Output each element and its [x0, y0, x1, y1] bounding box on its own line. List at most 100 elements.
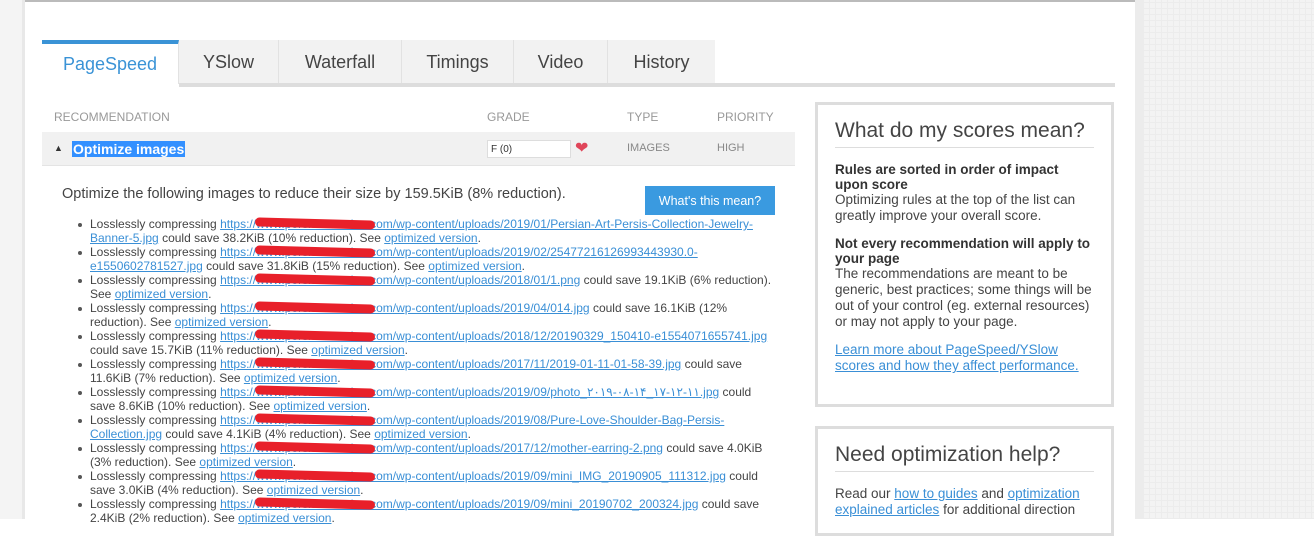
optimization-help-panel: Need optimization help? Read our how to … — [815, 426, 1114, 536]
image-url-link[interactable]: https://www.persiscollection.com/wp-cont… — [220, 301, 590, 315]
image-list-item: Losslessly compressing https://www.persi… — [74, 357, 776, 385]
tab-video[interactable]: Video — [514, 40, 608, 84]
item-prefix: Losslessly compressing — [90, 329, 217, 343]
header-grade: GRADE — [487, 110, 530, 124]
item-see: See — [242, 483, 264, 497]
image-url-link[interactable]: https://www.persiscollection.com/wp-cont… — [220, 357, 681, 371]
header-priority: PRIORITY — [717, 110, 774, 124]
item-see: See — [219, 371, 241, 385]
redaction-mark — [254, 441, 376, 454]
type-value: IMAGES — [627, 142, 670, 154]
item-saving: could save 38.2KiB (10% reduction). — [162, 231, 357, 245]
item-see: See — [213, 511, 235, 525]
image-url-link[interactable]: https://www.persiscollection.com/wp-cont… — [220, 469, 726, 483]
grade-bar: F (0) — [487, 140, 571, 158]
item-prefix: Losslessly compressing — [90, 469, 217, 483]
scores-info-panel: What do my scores mean? Rules are sorted… — [815, 102, 1114, 407]
optimized-version-link[interactable]: optimized version — [267, 483, 360, 497]
report-tabs: PageSpeed YSlow Waterfall Timings Video … — [42, 40, 715, 84]
panel-title: Need optimization help? — [835, 443, 1094, 472]
image-list-item: Losslessly compressing https://www.persi… — [74, 245, 776, 273]
tab-history[interactable]: History — [608, 40, 715, 84]
optimized-version-link[interactable]: optimized version — [311, 343, 404, 357]
help-text: for additional direction — [939, 502, 1076, 517]
item-prefix: Losslessly compressing — [90, 497, 217, 511]
tab-pagespeed[interactable]: PageSpeed — [42, 40, 179, 84]
image-url-link[interactable]: https://www.persiscollection.com/wp-cont… — [220, 329, 767, 343]
image-list-item: Losslessly compressing https://www.persi… — [74, 273, 776, 301]
image-list-item: Losslessly compressing https://www.persi… — [74, 301, 776, 329]
learn-more-link[interactable]: Learn more about PageSpeed/YSlow scores … — [835, 342, 1079, 373]
optimized-version-link[interactable]: optimized version — [384, 231, 477, 245]
item-saving: could save 31.8KiB (15% reduction). — [206, 259, 401, 273]
image-list: Losslessly compressing https://www.persi… — [74, 217, 776, 525]
image-list-item: Losslessly compressing https://www.persi… — [74, 441, 776, 469]
info-text: Optimizing rules at the top of the list … — [835, 192, 1076, 223]
tab-yslow[interactable]: YSlow — [179, 40, 279, 84]
info-heading: Not every recommendation will apply to y… — [835, 236, 1091, 266]
optimized-version-link[interactable]: optimized version — [115, 287, 208, 301]
recommendation-row[interactable]: ▲ Optimize images F (0) ❤ IMAGES HIGH — [42, 132, 795, 166]
panel-title: What do my scores mean? — [835, 119, 1094, 148]
recommendation-title[interactable]: Optimize images — [72, 141, 186, 157]
item-prefix: Losslessly compressing — [90, 385, 217, 399]
redaction-mark — [254, 217, 376, 230]
item-see: See — [359, 231, 381, 245]
whats-this-mean-button[interactable]: What's this mean? — [645, 186, 775, 215]
redaction-mark — [254, 329, 376, 342]
image-url-link[interactable]: https://www.persiscollection.com/wp-cont… — [220, 385, 719, 399]
image-url-link[interactable]: https://www.persiscollection.com/wp-cont… — [220, 273, 580, 287]
image-list-item: Losslessly compressing https://www.persi… — [74, 217, 776, 245]
optimized-version-link[interactable]: optimized version — [273, 399, 366, 413]
tab-timings[interactable]: Timings — [402, 40, 514, 84]
info-heading: Rules are sorted in order of impact upon… — [835, 162, 1059, 192]
header-type: TYPE — [627, 110, 659, 124]
redaction-mark — [254, 413, 376, 426]
priority-value: HIGH — [717, 142, 745, 154]
item-prefix: Losslessly compressing — [90, 245, 217, 259]
optimized-version-link[interactable]: optimized version — [428, 259, 521, 273]
item-see: See — [286, 343, 308, 357]
chevron-down-icon: ❤ — [575, 140, 589, 157]
item-prefix: Losslessly compressing — [90, 301, 217, 315]
redaction-mark — [254, 273, 376, 286]
divider — [25, 0, 1135, 2]
help-text: Read our — [835, 486, 895, 501]
image-url-link[interactable]: https://www.persiscollection.com/wp-cont… — [220, 497, 698, 511]
image-list-item: Losslessly compressing https://www.persi… — [74, 385, 776, 413]
optimized-version-link[interactable]: optimized version — [244, 371, 337, 385]
redaction-mark — [254, 469, 376, 482]
item-see: See — [90, 287, 112, 301]
optimized-version-link[interactable]: optimized version — [199, 455, 292, 469]
item-see: See — [248, 399, 271, 413]
background-pattern — [1135, 0, 1314, 519]
item-prefix: Losslessly compressing — [90, 441, 217, 455]
redaction-mark — [254, 301, 376, 314]
image-url-link[interactable]: https://www.persiscollection.com/wp-cont… — [220, 441, 663, 455]
redaction-mark — [254, 357, 376, 370]
item-prefix: Losslessly compressing — [90, 413, 217, 427]
item-prefix: Losslessly compressing — [90, 273, 217, 287]
redaction-mark — [254, 497, 376, 510]
image-list-item: Losslessly compressing https://www.persi… — [74, 497, 776, 525]
item-saving: could save 4.1KiB (4% reduction). — [165, 427, 347, 441]
item-see: See — [403, 259, 425, 273]
optimized-version-link[interactable]: optimized version — [238, 511, 331, 525]
tab-underline — [179, 83, 1115, 87]
item-prefix: Losslessly compressing — [90, 217, 217, 231]
header-recommendation: RECOMMENDATION — [54, 110, 170, 124]
item-see: See — [150, 315, 172, 329]
image-list-item: Losslessly compressing https://www.persi… — [74, 413, 776, 441]
collapse-triangle-icon[interactable]: ▲ — [54, 143, 63, 153]
help-text: and — [977, 486, 1008, 501]
optimized-version-link[interactable]: optimized version — [175, 315, 268, 329]
tab-waterfall[interactable]: Waterfall — [279, 40, 402, 84]
how-to-guides-link[interactable]: how to guides — [894, 486, 977, 501]
left-margin — [0, 0, 25, 519]
item-see: See — [349, 427, 371, 441]
redaction-mark — [254, 385, 376, 398]
optimized-version-link[interactable]: optimized version — [374, 427, 467, 441]
item-see: See — [174, 455, 197, 469]
redaction-mark — [254, 245, 376, 258]
item-saving: could save 19.1KiB (6% reduction). — [583, 273, 772, 287]
